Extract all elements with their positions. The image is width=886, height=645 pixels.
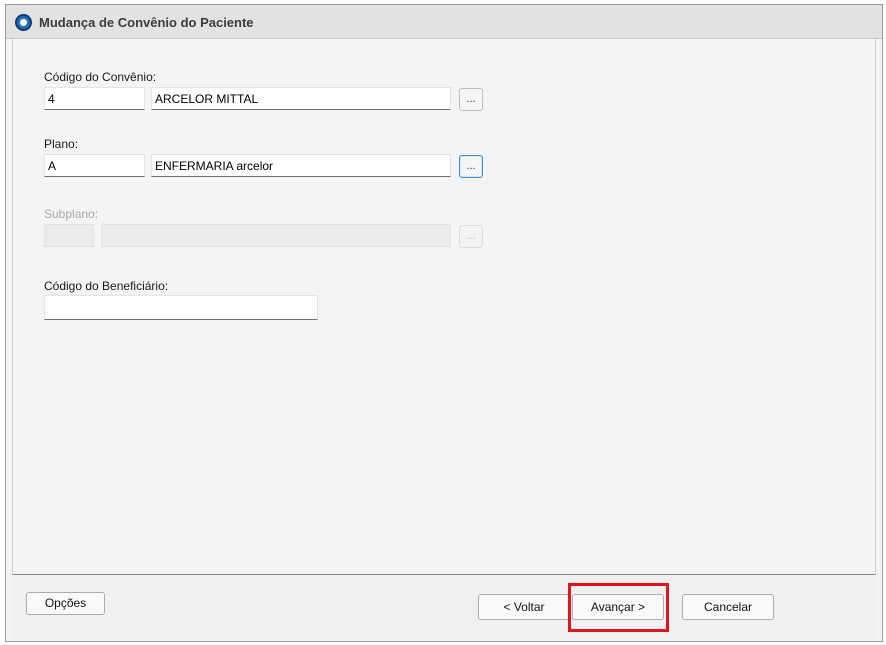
cancel-button[interactable]: Cancelar (682, 594, 774, 620)
beneficiario-field[interactable] (44, 295, 318, 320)
plano-name-field[interactable]: ENFERMARIA arcelor (151, 154, 451, 177)
dialog-window: Mudança de Convênio do Paciente Código d… (5, 4, 883, 642)
next-button-highlight (568, 583, 669, 632)
subplano-code-field[interactable] (44, 224, 94, 247)
convenio-label: Código do Convênio: (44, 70, 157, 84)
beneficiario-label: Código do Beneficiário: (44, 279, 169, 293)
app-logo-icon (15, 14, 32, 31)
options-button[interactable]: Opções (26, 592, 105, 615)
title-bar: Mudança de Convênio do Paciente (6, 5, 882, 39)
subplano-label: Subplano: (44, 207, 99, 221)
subplano-lookup-button[interactable]: ... (459, 225, 483, 248)
form-panel: Código do Convênio: 4 ARCELOR MITTAL ...… (12, 39, 876, 575)
convenio-lookup-button[interactable]: ... (459, 88, 483, 111)
back-button[interactable]: < Voltar (478, 594, 570, 620)
plano-code-field[interactable]: A (44, 154, 145, 177)
plano-label: Plano: (44, 137, 79, 151)
plano-lookup-button[interactable]: ... (459, 155, 483, 178)
convenio-name-field[interactable]: ARCELOR MITTAL (151, 87, 451, 110)
window-title: Mudança de Convênio do Paciente (39, 15, 254, 30)
subplano-name-field[interactable] (101, 224, 451, 247)
convenio-code-field[interactable]: 4 (44, 87, 145, 110)
dialog-footer: Opções < Voltar Avançar > Cancelar (12, 575, 876, 639)
